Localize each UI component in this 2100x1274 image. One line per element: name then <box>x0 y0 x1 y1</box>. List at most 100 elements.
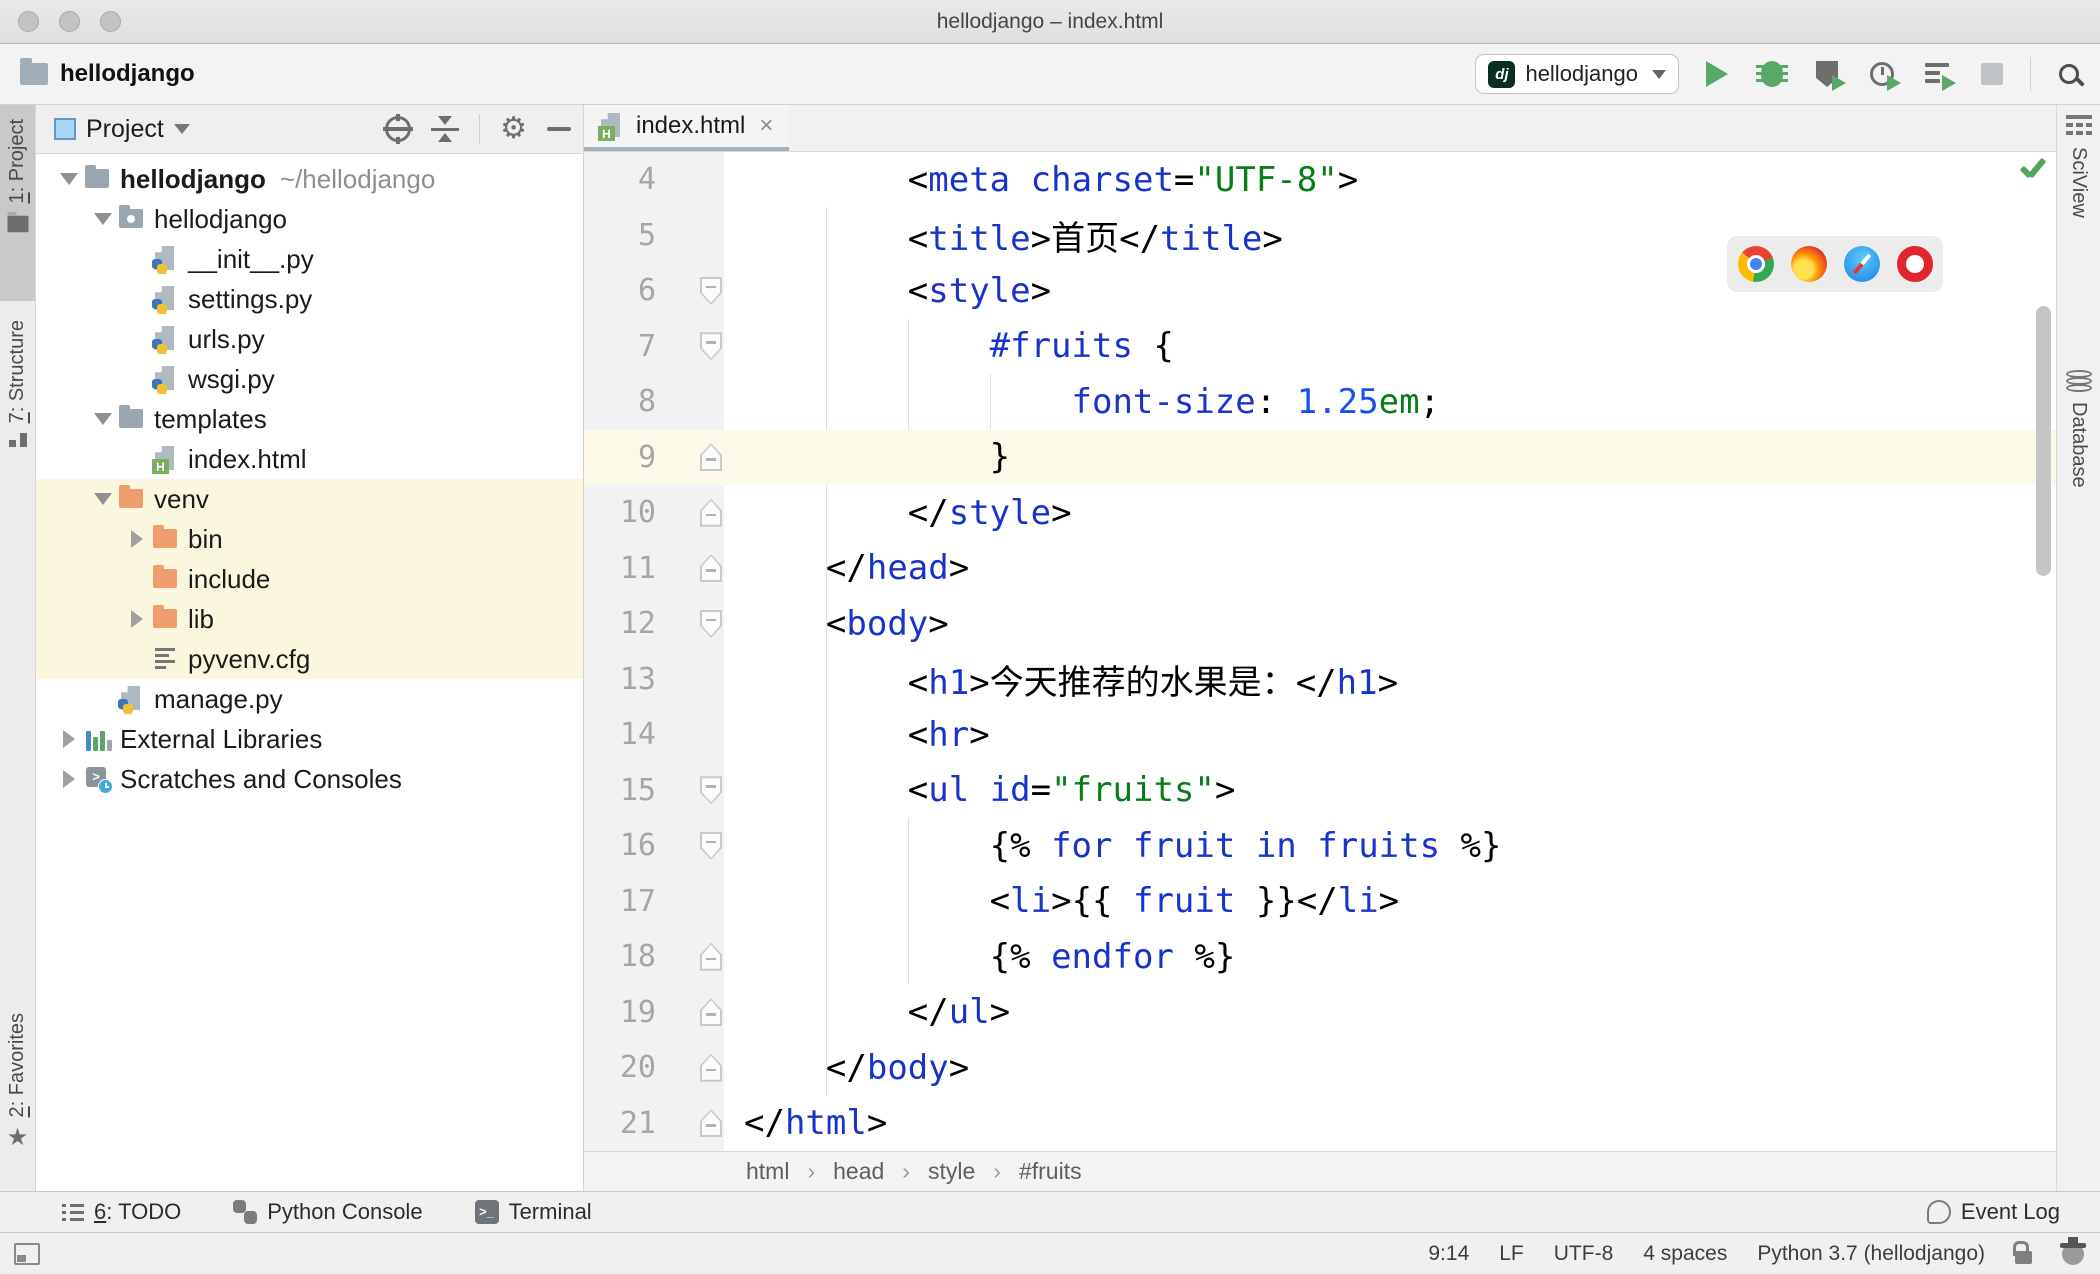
editor-gutter[interactable]: 10 <box>584 485 724 541</box>
profile-button[interactable] <box>1865 57 1901 91</box>
tree-item-include[interactable]: include <box>36 559 583 599</box>
hide-panel-icon[interactable] <box>547 127 571 131</box>
tree-item-venv[interactable]: venv <box>36 479 583 519</box>
tree-item-bin[interactable]: bin <box>36 519 583 559</box>
sidebar-item-structure[interactable]: 7: Structure <box>0 320 35 570</box>
tree-item-external-libraries[interactable]: External Libraries <box>36 719 583 759</box>
unlock-icon[interactable] <box>2013 1241 2032 1264</box>
toolwindow-event-log[interactable]: Event Log <box>1926 1199 2060 1225</box>
toolwindow-todo[interactable]: 6: TODO <box>62 1199 181 1225</box>
editor-gutter[interactable]: 19 <box>584 984 724 1040</box>
code-line-9[interactable]: 9 } <box>584 429 2056 485</box>
editor-gutter[interactable]: 13 <box>584 651 724 707</box>
code-editor[interactable]: 4 <meta charset="UTF-8"> 5 <title>首页</tit… <box>584 152 2056 1151</box>
sidebar-item-favorites[interactable]: 2: Favorites ★ <box>0 1013 35 1188</box>
tree-item-lib[interactable]: lib <box>36 599 583 639</box>
run-with-coverage-button[interactable] <box>1810 57 1846 91</box>
expand-arrow-icon[interactable] <box>56 730 82 748</box>
code-line-16[interactable]: 16 {% for fruit in fruits %} <box>584 818 2056 874</box>
project-panel-title[interactable]: Project <box>86 115 164 144</box>
code-line-14[interactable]: 14 <hr> <box>584 707 2056 763</box>
expand-arrow-icon[interactable] <box>90 493 116 505</box>
editor-gutter[interactable]: 15 <box>584 762 724 818</box>
navigation-bar[interactable]: hellodjango <box>20 58 195 88</box>
chevron-down-icon[interactable] <box>173 124 190 134</box>
safari-icon[interactable] <box>1843 246 1880 282</box>
toolwindow-python-console[interactable]: Python Console <box>233 1199 423 1225</box>
editor-gutter[interactable]: 7 <box>584 318 724 374</box>
tree-item-wsgi-py[interactable]: wsgi.py <box>36 359 583 399</box>
tree-item-urls-py[interactable]: urls.py <box>36 319 583 359</box>
tree-item--init-py[interactable]: __init__.py <box>36 239 583 279</box>
expand-arrow-icon[interactable] <box>124 530 150 548</box>
code-line-18[interactable]: 18 {% endfor %} <box>584 929 2056 985</box>
chrome-icon[interactable] <box>1737 246 1774 282</box>
locate-icon[interactable] <box>383 114 414 144</box>
fold-marker-icon[interactable] <box>700 498 722 527</box>
editor-gutter[interactable]: 4 <box>584 152 724 208</box>
code-line-20[interactable]: 20 </body> <box>584 1040 2056 1096</box>
expand-arrow-icon[interactable] <box>124 610 150 628</box>
fold-marker-icon[interactable] <box>700 1053 722 1082</box>
line-separator[interactable]: LF <box>1499 1242 1524 1266</box>
breadcrumb-item-head[interactable]: head <box>833 1158 884 1185</box>
fold-marker-icon[interactable] <box>700 776 722 805</box>
tree-item-hellodjango[interactable]: hellodjango ~/hellodjango <box>36 159 583 199</box>
editor-gutter[interactable]: 14 <box>584 707 724 763</box>
sidebar-item-sciview[interactable]: SciView <box>2057 115 2100 345</box>
code-line-12[interactable]: 12 <body> <box>584 596 2056 652</box>
run-configuration-selector[interactable]: dj hellodjango <box>1475 54 1679 94</box>
code-line-8[interactable]: 8 font-size: 1.25em; <box>584 374 2056 430</box>
fold-marker-icon[interactable] <box>700 276 722 305</box>
code-line-19[interactable]: 19 </ul> <box>584 984 2056 1040</box>
inspection-ok-check-icon[interactable] <box>2018 157 2048 183</box>
sidebar-item-database[interactable]: Database <box>2057 370 2100 620</box>
editor-gutter[interactable]: 16 <box>584 818 724 874</box>
tree-item-pyvenv-cfg[interactable]: pyvenv.cfg <box>36 639 583 679</box>
breadcrumb-item-style[interactable]: style <box>928 1158 975 1185</box>
run-button[interactable] <box>1700 57 1734 91</box>
settings-gear-icon[interactable]: ⚙ <box>500 114 527 144</box>
sidebar-item-project[interactable]: 1: Project <box>0 105 35 301</box>
expand-arrow-icon[interactable] <box>90 413 116 425</box>
tree-item-hellodjango[interactable]: hellodjango <box>36 199 583 239</box>
zoom-window-button[interactable] <box>100 11 121 32</box>
python-interpreter[interactable]: Python 3.7 (hellodjango) <box>1757 1242 1985 1266</box>
expand-arrow-icon[interactable] <box>56 770 82 788</box>
editor-gutter[interactable]: 5 <box>584 207 724 263</box>
opera-icon[interactable] <box>1896 246 1933 282</box>
code-line-17[interactable]: 17 <li>{{ fruit }}</li> <box>584 873 2056 929</box>
tab-index-html[interactable]: H index.html × <box>584 105 790 151</box>
tree-item-settings-py[interactable]: settings.py <box>36 279 583 319</box>
minimize-window-button[interactable] <box>59 11 80 32</box>
code-line-4[interactable]: 4 <meta charset="UTF-8"> <box>584 152 2056 208</box>
tree-item-templates[interactable]: templates <box>36 399 583 439</box>
close-window-button[interactable] <box>18 11 39 32</box>
breadcrumb-item-fruits[interactable]: #fruits <box>1019 1158 1082 1185</box>
caret-position[interactable]: 9:14 <box>1428 1242 1469 1266</box>
editor-gutter[interactable]: 21 <box>584 1095 724 1151</box>
expand-arrow-icon[interactable] <box>90 213 116 225</box>
code-line-11[interactable]: 11 </head> <box>584 540 2056 596</box>
navbar-project-name[interactable]: hellodjango <box>60 60 195 88</box>
editor-scrollbar[interactable] <box>2036 306 2051 576</box>
fold-marker-icon[interactable] <box>700 831 722 860</box>
fold-marker-icon[interactable] <box>700 554 722 583</box>
toolwindow-toggle-icon[interactable] <box>14 1242 40 1265</box>
file-encoding[interactable]: UTF-8 <box>1554 1242 1614 1266</box>
inspections-profile-icon[interactable] <box>2060 1236 2086 1265</box>
code-line-13[interactable]: 13 <h1>今天推荐的水果是：</h1> <box>584 651 2056 707</box>
toolwindow-terminal[interactable]: >_ Terminal <box>474 1199 592 1225</box>
editor-gutter[interactable]: 6 <box>584 263 724 319</box>
fold-marker-icon[interactable] <box>700 1109 722 1138</box>
firefox-icon[interactable] <box>1790 246 1827 282</box>
search-everywhere-button[interactable] <box>2052 57 2086 91</box>
collapse-all-icon[interactable] <box>431 116 460 142</box>
fold-marker-icon[interactable] <box>700 332 722 361</box>
fold-marker-icon[interactable] <box>700 942 722 971</box>
code-line-7[interactable]: 7 #fruits { <box>584 318 2056 374</box>
tree-item-manage-py[interactable]: manage.py <box>36 679 583 719</box>
tree-item-scratches-and-consoles[interactable]: > Scratches and Consoles <box>36 759 583 799</box>
editor-gutter[interactable]: 8 <box>584 374 724 430</box>
debug-button[interactable] <box>1755 57 1789 91</box>
